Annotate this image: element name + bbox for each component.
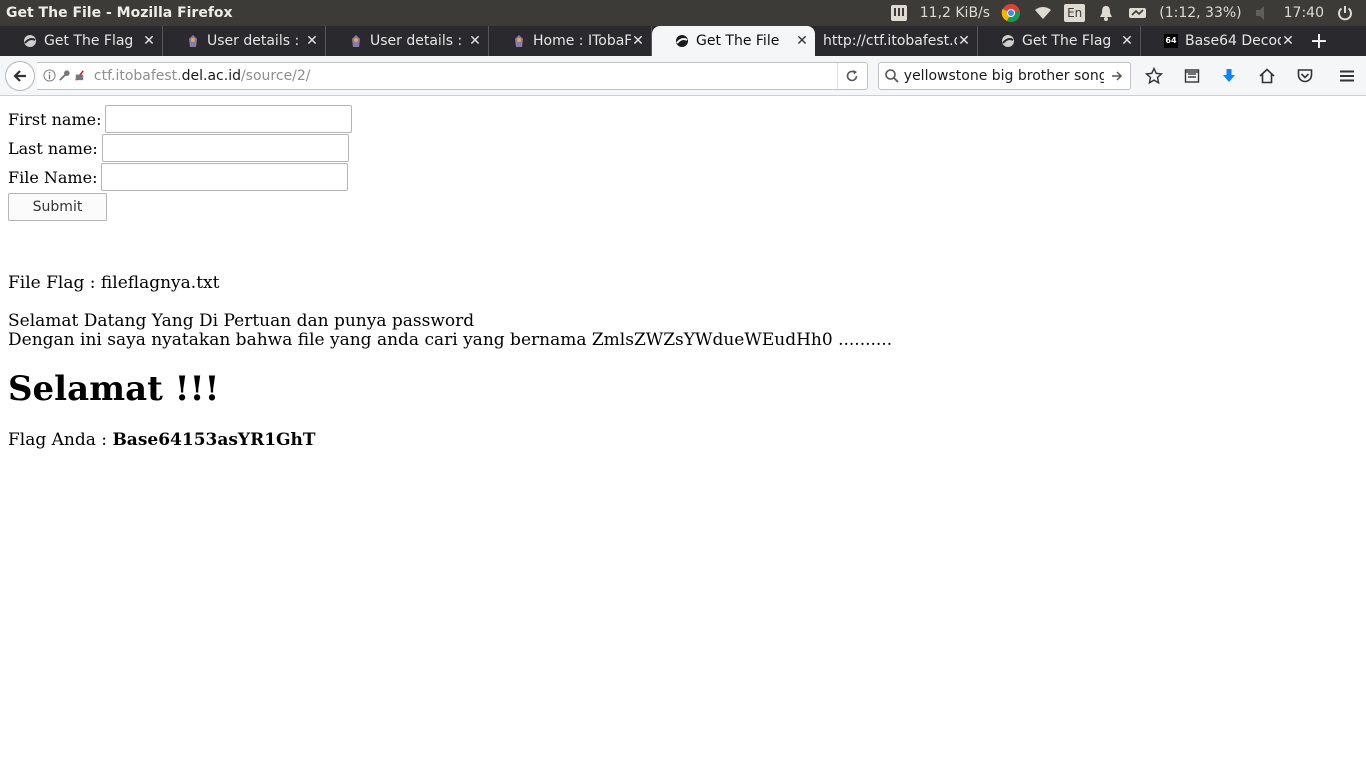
first-name-row: First name: <box>8 105 353 133</box>
tab-user-details-2[interactable]: User details : ITobaFest ✕ <box>326 26 489 56</box>
tab-ctf-url[interactable]: http://ctf.itobafest.del.ac.id ✕ <box>815 26 978 56</box>
submit-button[interactable]: Submit <box>8 193 107 221</box>
netspeed-text: 11,2 KiB/s <box>919 5 991 21</box>
volume-icon[interactable] <box>1252 3 1274 23</box>
flag-label: Flag Anda : <box>8 430 113 450</box>
hamburger-menu-icon <box>1340 70 1355 81</box>
close-icon[interactable]: ✕ <box>957 33 971 49</box>
battery-icon[interactable] <box>1127 3 1149 23</box>
tab-get-the-file[interactable]: Get The File ✕ <box>652 26 815 56</box>
back-button[interactable] <box>5 60 35 91</box>
search-icon <box>884 68 899 83</box>
pocket-icon <box>1297 68 1313 82</box>
ctf-favicon-icon <box>676 35 688 47</box>
ctf-favicon-icon <box>1002 35 1014 47</box>
last-name-input[interactable] <box>101 134 349 162</box>
itobafest-favicon-icon <box>352 35 360 47</box>
power-icon[interactable] <box>1334 3 1356 23</box>
reader-list-button[interactable] <box>1173 61 1211 91</box>
tab-label: Base64 Decode <box>1185 33 1281 49</box>
close-icon[interactable]: ✕ <box>142 33 156 49</box>
back-arrow-icon <box>13 69 26 82</box>
chrome-icon[interactable] <box>1000 3 1022 23</box>
downloads-button[interactable] <box>1211 61 1249 91</box>
tab-label: http://ctf.itobafest.del.ac.id <box>823 33 957 49</box>
file-name-label: File Name: <box>8 167 98 187</box>
menu-button[interactable] <box>1328 61 1366 91</box>
system-tray: 11,2 KiB/s En (1:12, 33%) 17:40 <box>888 0 1366 26</box>
search-input[interactable] <box>903 67 1104 84</box>
url-text[interactable]: ctf.itobafest.del.ac.id/source/2/ <box>94 68 837 84</box>
info-icon[interactable] <box>43 69 56 82</box>
url-bar[interactable]: ctf.itobafest.del.ac.id/source/2/ <box>36 61 868 90</box>
language-indicator[interactable]: En <box>1064 4 1086 22</box>
first-name-input[interactable] <box>105 105 353 133</box>
last-name-row: Last name: <box>8 134 349 162</box>
tab-label: Get The Flag <box>44 33 134 49</box>
clock[interactable]: 17:40 <box>1284 5 1324 21</box>
reload-icon <box>847 69 858 81</box>
key-icon[interactable] <box>58 69 71 82</box>
first-name-label: First name: <box>8 109 102 129</box>
home-icon <box>1259 67 1275 83</box>
close-icon[interactable]: ✕ <box>631 33 645 49</box>
page-content: First name: Last name: File Name: Submit… <box>0 97 1366 768</box>
tab-home-itobafest[interactable]: Home : ITobaFest ✕ <box>489 26 652 56</box>
last-name-label: Last name: <box>8 138 98 158</box>
tab-label: Get The Flag <box>1022 33 1112 49</box>
wifi-icon[interactable] <box>1032 3 1054 23</box>
pocket-button[interactable] <box>1286 61 1324 91</box>
close-icon[interactable]: ✕ <box>1281 33 1295 49</box>
tab-label: Home : ITobaFest <box>533 33 631 49</box>
base64-favicon-icon: 64 <box>1164 34 1178 48</box>
tab-label: User details : ITobaFest <box>207 33 305 49</box>
tab-base64-decode[interactable]: 64 Base64 Decode ✕ <box>1141 26 1301 56</box>
file-name-row: File Name: <box>8 163 349 191</box>
list-icon <box>1184 68 1199 83</box>
statement-text: Dengan ini saya nyatakan bahwa file yang… <box>8 330 893 350</box>
ctf-favicon-icon <box>24 35 36 47</box>
home-button[interactable] <box>1248 61 1286 91</box>
congrats-heading: Selamat !!! <box>8 369 220 409</box>
itobafest-favicon-icon <box>189 35 197 47</box>
tab-get-the-flag-2[interactable]: Get The Flag ✕ <box>978 26 1141 56</box>
new-tab-button[interactable]: + <box>1301 26 1337 56</box>
reload-button[interactable] <box>836 62 867 89</box>
itobafest-favicon-icon <box>515 35 523 47</box>
star-icon <box>1144 66 1163 84</box>
tab-label: User details : ITobaFest <box>370 33 468 49</box>
tab-label: Get The File <box>696 33 780 49</box>
navigation-toolbar: ctf.itobafest.del.ac.id/source/2/ <box>0 56 1366 96</box>
welcome-text: Selamat Datang Yang Di Pertuan dan punya… <box>8 311 475 331</box>
close-icon[interactable]: ✕ <box>1120 33 1134 49</box>
search-go-arrow-icon[interactable] <box>1110 69 1124 83</box>
tab-user-details-1[interactable]: User details : ITobaFest ✕ <box>163 26 326 56</box>
file-name-input[interactable] <box>101 163 349 191</box>
close-icon[interactable]: ✕ <box>468 33 482 49</box>
window-title: Get The File - Mozilla Firefox <box>6 5 233 21</box>
search-bar[interactable] <box>877 61 1131 90</box>
flag-line: Flag Anda : Base64153asYR1GhT <box>8 430 316 450</box>
top-panel: Get The File - Mozilla Firefox 11,2 KiB/… <box>0 0 1366 26</box>
tab-strip: Get The Flag ✕ User details : ITobaFest … <box>0 26 1366 56</box>
bookmark-star-button[interactable] <box>1135 61 1173 91</box>
tab-get-the-flag[interactable]: Get The Flag ✕ <box>0 26 163 56</box>
file-flag-text: File Flag : fileflagnya.txt <box>8 273 220 293</box>
flag-value: Base64153asYR1GhT <box>112 430 316 450</box>
netspeed-icon[interactable] <box>888 3 910 23</box>
download-arrow-icon <box>1223 68 1236 82</box>
close-icon[interactable]: ✕ <box>795 33 809 49</box>
notification-bell-icon[interactable] <box>1095 3 1117 23</box>
insecure-password-icon[interactable] <box>73 69 86 82</box>
battery-text: (1:12, 33%) <box>1159 5 1242 21</box>
close-icon[interactable]: ✕ <box>305 33 319 49</box>
